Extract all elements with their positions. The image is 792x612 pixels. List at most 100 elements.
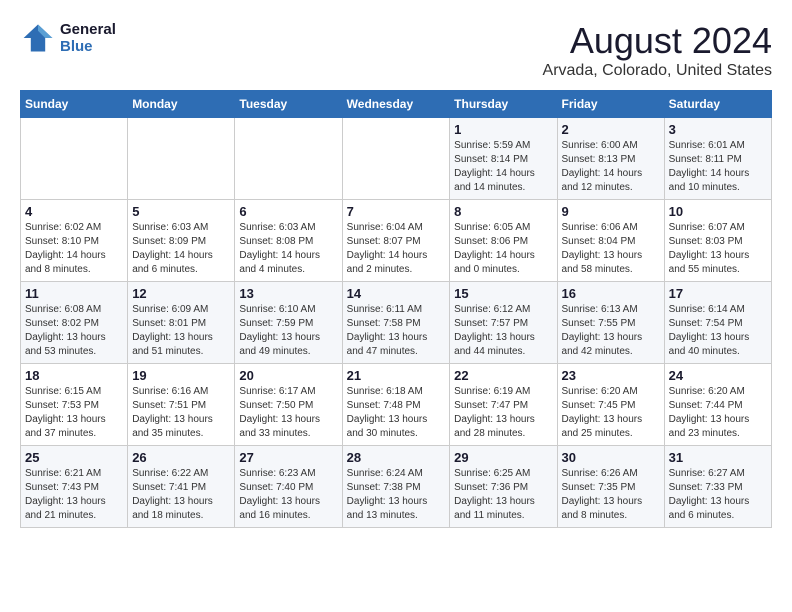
calendar-cell: 22Sunrise: 6:19 AM Sunset: 7:47 PM Dayli… [450, 364, 557, 446]
day-info: Sunrise: 6:09 AM Sunset: 8:01 PM Dayligh… [132, 303, 230, 359]
day-number: 19 [132, 368, 230, 383]
calendar-cell: 15 Sunrise: 6:12 AM Sunset: 7:57 PM Dayli… [450, 282, 557, 364]
day-info: Sunrise: 6:07 AM Sunset: 8:03 PM Dayligh… [669, 221, 767, 277]
weekday-header-monday: Monday [128, 91, 235, 118]
day-info: Sunrise: 6:24 AM Sunset: 7:38 PM Dayligh… [347, 467, 446, 523]
day-number: 18 [25, 368, 123, 383]
calendar-week-4: 18 Sunrise: 6:15 AM Sunset: 7:53 PM Dayli… [21, 364, 772, 446]
calendar-cell: 28Sunrise: 6:24 AM Sunset: 7:38 PM Dayli… [342, 446, 450, 528]
day-number: 21 [347, 368, 446, 383]
calendar-table: SundayMondayTuesdayWednesdayThursdayFrid… [20, 90, 772, 528]
calendar-cell: 6 Sunrise: 6:03 AM Sunset: 8:08 PM Daylig… [235, 200, 342, 282]
day-info: Sunrise: 6:10 AM Sunset: 7:59 PM Dayligh… [239, 303, 337, 359]
day-info: Sunrise: 6:01 AM Sunset: 8:11 PM Dayligh… [669, 139, 767, 195]
day-number: 30 [562, 450, 660, 465]
day-info: Sunrise: 6:22 AM Sunset: 7:41 PM Dayligh… [132, 467, 230, 523]
day-number: 29 [454, 450, 552, 465]
day-info: Sunrise: 6:16 AM Sunset: 7:51 PM Dayligh… [132, 385, 230, 441]
logo-icon [20, 20, 56, 56]
calendar-cell: 19 Sunrise: 6:16 AM Sunset: 7:51 PM Dayli… [128, 364, 235, 446]
day-info: Sunrise: 6:06 AM Sunset: 8:04 PM Dayligh… [562, 221, 660, 277]
calendar-cell: 16 Sunrise: 6:13 AM Sunset: 7:55 PM Dayli… [557, 282, 664, 364]
subtitle: Arvada, Colorado, United States [543, 62, 772, 80]
day-info: Sunrise: 6:02 AM Sunset: 8:10 PM Dayligh… [25, 221, 123, 277]
day-number: 10 [669, 204, 767, 219]
day-info: Sunrise: 6:21 AM Sunset: 7:43 PM Dayligh… [25, 467, 123, 523]
calendar-cell: 9 Sunrise: 6:06 AM Sunset: 8:04 PM Daylig… [557, 200, 664, 282]
calendar-week-1: 1 Sunrise: 5:59 AM Sunset: 8:14 PM Daylig… [21, 118, 772, 200]
calendar-cell: 18 Sunrise: 6:15 AM Sunset: 7:53 PM Dayli… [21, 364, 128, 446]
page-header: General Blue August 2024 Arvada, Colorad… [20, 20, 772, 80]
calendar-cell: 10 Sunrise: 6:07 AM Sunset: 8:03 PM Dayli… [664, 200, 771, 282]
day-info: Sunrise: 6:03 AM Sunset: 8:08 PM Dayligh… [239, 221, 337, 277]
calendar-cell: 11 Sunrise: 6:08 AM Sunset: 8:02 PM Dayli… [21, 282, 128, 364]
day-number: 12 [132, 286, 230, 301]
calendar-cell: 3Sunrise: 6:01 AM Sunset: 8:11 PM Daylig… [664, 118, 771, 200]
calendar-cell: 29 Sunrise: 6:25 AM Sunset: 7:36 PM Dayli… [450, 446, 557, 528]
day-number: 17 [669, 286, 767, 301]
weekday-header-sunday: Sunday [21, 91, 128, 118]
day-number: 2 [562, 122, 660, 137]
day-number: 26 [132, 450, 230, 465]
calendar-cell [235, 118, 342, 200]
day-number: 13 [239, 286, 337, 301]
day-number: 22 [454, 368, 552, 383]
day-info: Sunrise: 6:25 AM Sunset: 7:36 PM Dayligh… [454, 467, 552, 523]
calendar-cell: 21 Sunrise: 6:18 AM Sunset: 7:48 PM Dayli… [342, 364, 450, 446]
calendar-cell: 7Sunrise: 6:04 AM Sunset: 8:07 PM Daylig… [342, 200, 450, 282]
weekday-header-friday: Friday [557, 91, 664, 118]
calendar-cell: 13 Sunrise: 6:10 AM Sunset: 7:59 PM Dayli… [235, 282, 342, 364]
calendar-week-5: 25 Sunrise: 6:21 AM Sunset: 7:43 PM Dayli… [21, 446, 772, 528]
calendar-header: SundayMondayTuesdayWednesdayThursdayFrid… [21, 91, 772, 118]
calendar-cell: 17 Sunrise: 6:14 AM Sunset: 7:54 PM Dayli… [664, 282, 771, 364]
day-number: 11 [25, 286, 123, 301]
day-info: Sunrise: 6:14 AM Sunset: 7:54 PM Dayligh… [669, 303, 767, 359]
weekday-header-row: SundayMondayTuesdayWednesdayThursdayFrid… [21, 91, 772, 118]
calendar-cell [21, 118, 128, 200]
day-info: Sunrise: 6:18 AM Sunset: 7:48 PM Dayligh… [347, 385, 446, 441]
day-number: 8 [454, 204, 552, 219]
day-number: 31 [669, 450, 767, 465]
day-number: 1 [454, 122, 552, 137]
day-info: Sunrise: 6:03 AM Sunset: 8:09 PM Dayligh… [132, 221, 230, 277]
calendar-week-3: 11 Sunrise: 6:08 AM Sunset: 8:02 PM Dayli… [21, 282, 772, 364]
day-info: Sunrise: 6:23 AM Sunset: 7:40 PM Dayligh… [239, 467, 337, 523]
day-info: Sunrise: 6:05 AM Sunset: 8:06 PM Dayligh… [454, 221, 552, 277]
day-info: Sunrise: 6:20 AM Sunset: 7:44 PM Dayligh… [669, 385, 767, 441]
calendar-cell [128, 118, 235, 200]
title-block: August 2024 Arvada, Colorado, United Sta… [543, 20, 772, 80]
day-info: Sunrise: 6:00 AM Sunset: 8:13 PM Dayligh… [562, 139, 660, 195]
calendar-cell: 8 Sunrise: 6:05 AM Sunset: 8:06 PM Daylig… [450, 200, 557, 282]
day-info: Sunrise: 6:17 AM Sunset: 7:50 PM Dayligh… [239, 385, 337, 441]
day-number: 14 [347, 286, 446, 301]
day-info: Sunrise: 6:12 AM Sunset: 7:57 PM Dayligh… [454, 303, 552, 359]
calendar-cell: 1 Sunrise: 5:59 AM Sunset: 8:14 PM Daylig… [450, 118, 557, 200]
logo-text: General Blue [60, 21, 116, 55]
calendar-cell: 2 Sunrise: 6:00 AM Sunset: 8:13 PM Daylig… [557, 118, 664, 200]
day-info: Sunrise: 6:08 AM Sunset: 8:02 PM Dayligh… [25, 303, 123, 359]
calendar-cell: 20 Sunrise: 6:17 AM Sunset: 7:50 PM Dayli… [235, 364, 342, 446]
weekday-header-wednesday: Wednesday [342, 91, 450, 118]
day-number: 23 [562, 368, 660, 383]
calendar-cell: 12 Sunrise: 6:09 AM Sunset: 8:01 PM Dayli… [128, 282, 235, 364]
day-info: Sunrise: 6:26 AM Sunset: 7:35 PM Dayligh… [562, 467, 660, 523]
weekday-header-thursday: Thursday [450, 91, 557, 118]
calendar-cell [342, 118, 450, 200]
day-number: 6 [239, 204, 337, 219]
day-number: 16 [562, 286, 660, 301]
weekday-header-tuesday: Tuesday [235, 91, 342, 118]
day-number: 27 [239, 450, 337, 465]
weekday-header-saturday: Saturday [664, 91, 771, 118]
day-number: 9 [562, 204, 660, 219]
day-info: Sunrise: 5:59 AM Sunset: 8:14 PM Dayligh… [454, 139, 552, 195]
day-number: 24 [669, 368, 767, 383]
day-info: Sunrise: 6:04 AM Sunset: 8:07 PM Dayligh… [347, 221, 446, 277]
day-number: 25 [25, 450, 123, 465]
day-info: Sunrise: 6:27 AM Sunset: 7:33 PM Dayligh… [669, 467, 767, 523]
calendar-cell: 14Sunrise: 6:11 AM Sunset: 7:58 PM Dayli… [342, 282, 450, 364]
day-number: 15 [454, 286, 552, 301]
day-info: Sunrise: 6:15 AM Sunset: 7:53 PM Dayligh… [25, 385, 123, 441]
calendar-cell: 25 Sunrise: 6:21 AM Sunset: 7:43 PM Dayli… [21, 446, 128, 528]
day-info: Sunrise: 6:13 AM Sunset: 7:55 PM Dayligh… [562, 303, 660, 359]
day-number: 20 [239, 368, 337, 383]
